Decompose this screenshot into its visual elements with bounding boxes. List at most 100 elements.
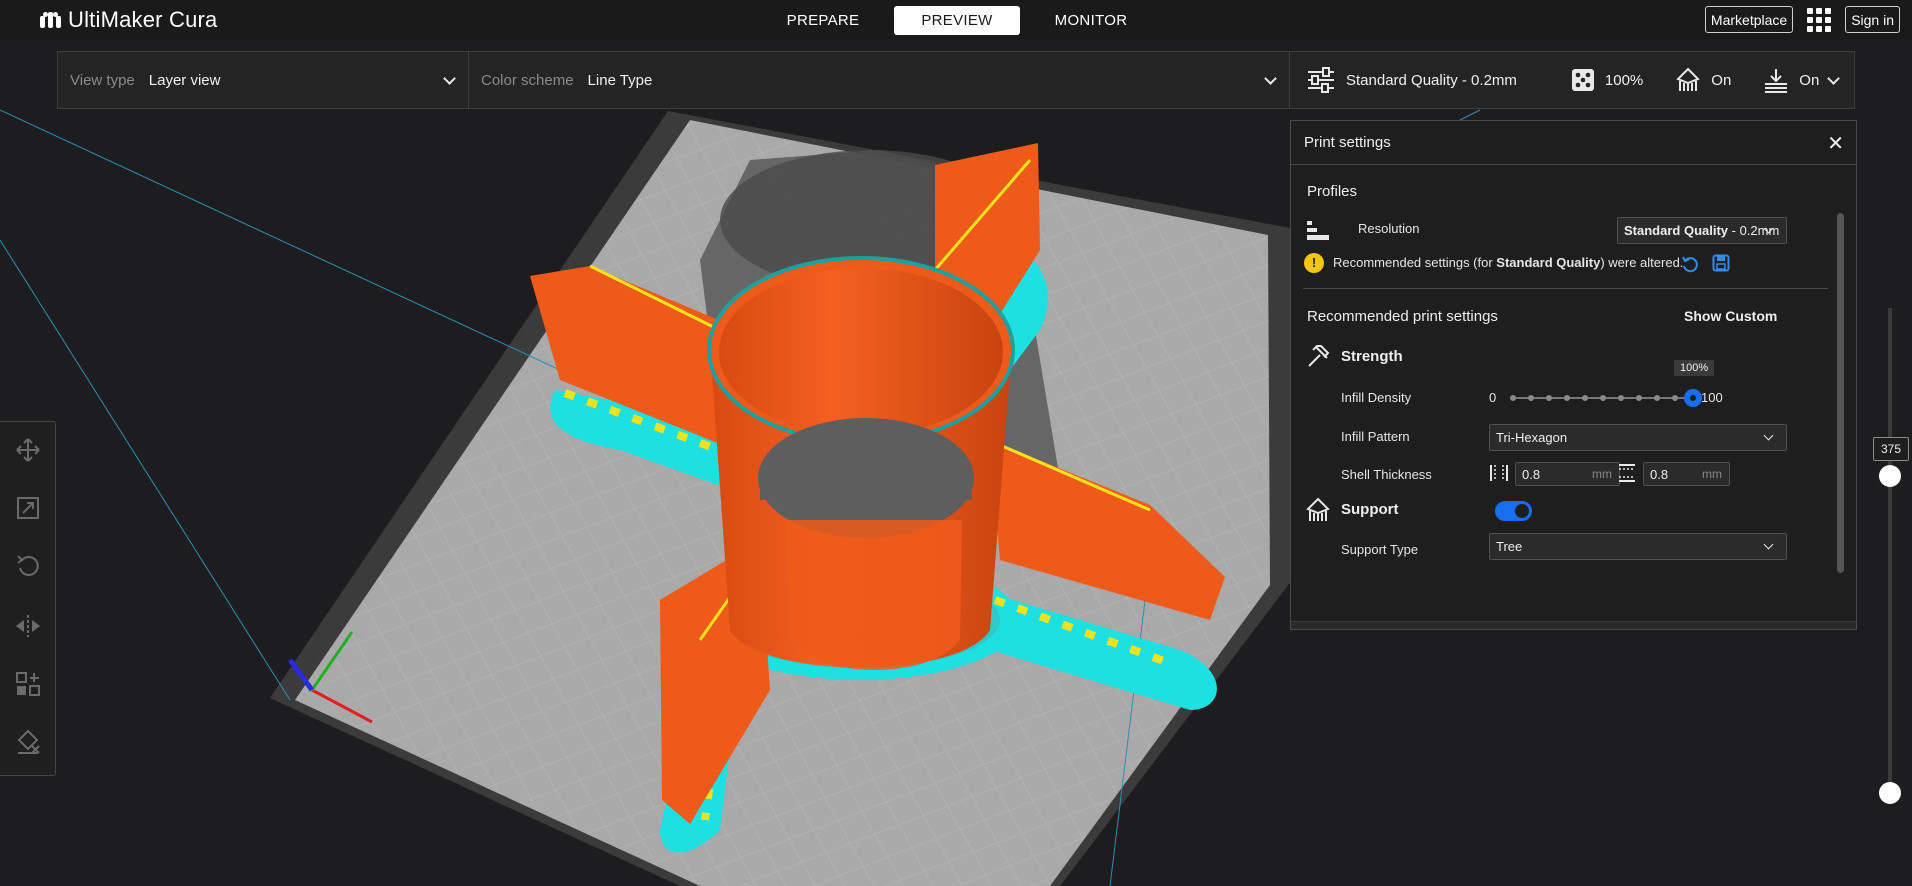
resolution-label: Resolution bbox=[1358, 221, 1420, 236]
layer-number-field[interactable]: 375 bbox=[1873, 437, 1909, 461]
support-blocker-icon[interactable] bbox=[14, 728, 42, 756]
stage-tabs: PREPARE PREVIEW MONITOR bbox=[760, 6, 1162, 35]
shell-thickness-label: Shell Thickness bbox=[1341, 467, 1432, 482]
panel-header: Print settings ✕ bbox=[1291, 121, 1856, 165]
sign-in-button[interactable]: Sign in bbox=[1845, 6, 1900, 33]
infill-summary: 100% bbox=[1571, 68, 1643, 92]
view-type-dropdown[interactable]: View type Layer view bbox=[58, 52, 469, 108]
view-type-label: View type bbox=[70, 71, 135, 89]
layer-slider-top-handle[interactable] bbox=[1879, 465, 1901, 487]
panel-title: Print settings bbox=[1304, 134, 1391, 151]
layer-slider-track[interactable] bbox=[1888, 308, 1892, 796]
infill-pattern-label: Infill Pattern bbox=[1341, 429, 1410, 444]
resolution-dropdown[interactable]: Standard Quality - 0.2mm bbox=[1617, 217, 1787, 244]
infill-icon bbox=[1571, 69, 1594, 91]
support-type-label: Support Type bbox=[1341, 542, 1419, 557]
panel-body: Profiles Resolution Standard Quality - 0… bbox=[1291, 165, 1846, 621]
infill-pattern-dropdown[interactable]: Tri-Hexagon bbox=[1489, 424, 1787, 451]
profiles-heading: Profiles bbox=[1307, 183, 1358, 200]
chevron-down-icon bbox=[1264, 72, 1277, 85]
per-model-settings-icon[interactable] bbox=[14, 670, 42, 698]
unit-label: mm bbox=[1702, 467, 1722, 481]
slider-tick bbox=[1564, 395, 1570, 401]
print-setup-selector[interactable]: Standard Quality - 0.2mm 100% On On bbox=[1290, 52, 1854, 108]
rotate-icon[interactable] bbox=[14, 552, 42, 580]
slider-tick bbox=[1672, 395, 1678, 401]
warning-icon: ! bbox=[1304, 253, 1324, 273]
infill-density-tooltip: 100% bbox=[1674, 360, 1715, 376]
infill-slider-handle[interactable] bbox=[1684, 389, 1702, 407]
adhesion-summary: On bbox=[1763, 67, 1819, 93]
color-scheme-dropdown[interactable]: Color scheme Line Type bbox=[469, 52, 1290, 108]
model-cylinder bbox=[707, 256, 1015, 670]
slider-tick bbox=[1546, 395, 1552, 401]
slider-tick bbox=[1618, 395, 1624, 401]
tab-preview[interactable]: PREVIEW bbox=[894, 6, 1020, 35]
infill-density-label: Infill Density bbox=[1341, 390, 1412, 405]
top-bottom-thickness-field[interactable]: 0.8 mm bbox=[1643, 462, 1730, 486]
resolution-profile-name: Standard Quality bbox=[1624, 223, 1729, 238]
view-type-value: Layer view bbox=[148, 71, 221, 89]
tab-prepare[interactable]: PREPARE bbox=[760, 6, 886, 35]
print-settings-panel: Print settings ✕ Profiles Resolution Sta… bbox=[1290, 120, 1857, 630]
resolution-icon bbox=[1307, 221, 1329, 240]
recommended-heading: Recommended print settings bbox=[1307, 308, 1498, 325]
sliders-icon bbox=[1308, 67, 1334, 93]
apps-grid-icon[interactable] bbox=[1807, 7, 1832, 32]
scale-icon[interactable] bbox=[14, 494, 42, 522]
move-icon[interactable] bbox=[14, 436, 42, 464]
infill-density-slider[interactable] bbox=[1510, 389, 1702, 409]
app-title: UltiMaker Cura bbox=[68, 7, 218, 32]
top-bottom-thickness-value: 0.8 bbox=[1650, 466, 1669, 482]
support-type-value: Tree bbox=[1496, 539, 1523, 554]
ultimaker-logo-icon bbox=[40, 12, 62, 28]
slider-tick bbox=[1654, 395, 1660, 401]
support-heading: Support bbox=[1341, 501, 1399, 518]
infill-max-label: 100 bbox=[1701, 390, 1723, 405]
support-type-dropdown[interactable]: Tree bbox=[1489, 533, 1787, 560]
show-custom-button[interactable]: Show Custom bbox=[1684, 308, 1777, 324]
color-scheme-value: Line Type bbox=[587, 71, 653, 89]
slider-tick bbox=[1636, 395, 1642, 401]
profile-value: Standard Quality - 0.2mm bbox=[1346, 71, 1517, 89]
altered-warning-text: Recommended settings (for Standard Quali… bbox=[1333, 255, 1684, 270]
support-icon bbox=[1306, 497, 1330, 521]
support-icon bbox=[1676, 67, 1701, 91]
unit-label: mm bbox=[1592, 467, 1612, 481]
settings-header-bar: View type Layer view Color scheme Line T… bbox=[57, 51, 1855, 109]
left-toolbar bbox=[0, 421, 56, 776]
panel-scrollbar[interactable] bbox=[1837, 213, 1844, 573]
wall-thickness-value: 0.8 bbox=[1522, 466, 1541, 482]
marketplace-button[interactable]: Marketplace bbox=[1704, 6, 1794, 33]
hammer-icon bbox=[1308, 345, 1330, 367]
close-icon[interactable]: ✕ bbox=[1827, 131, 1844, 156]
topbar-actions: Marketplace Sign in bbox=[1704, 6, 1900, 33]
infill-value: 100% bbox=[1604, 71, 1644, 89]
strength-heading: Strength bbox=[1341, 348, 1403, 365]
infill-min-label: 0 bbox=[1489, 390, 1497, 405]
slider-tick bbox=[1528, 395, 1534, 401]
color-scheme-label: Color scheme bbox=[481, 71, 574, 89]
support-toggle[interactable] bbox=[1495, 501, 1532, 521]
save-icon[interactable] bbox=[1712, 254, 1730, 272]
adhesion-icon bbox=[1765, 69, 1788, 93]
profile-summary: Standard Quality - 0.2mm bbox=[1306, 67, 1517, 93]
reset-icon[interactable] bbox=[1681, 255, 1699, 273]
chevron-down-icon bbox=[443, 72, 456, 85]
wall-thickness-icon bbox=[1490, 465, 1508, 481]
layer-slider-bottom-handle[interactable] bbox=[1879, 782, 1901, 804]
chevron-down-icon[interactable] bbox=[1827, 72, 1840, 85]
panel-resize-handle[interactable] bbox=[1291, 621, 1856, 629]
resolution-layer-height: - 0.2mm bbox=[1728, 223, 1780, 238]
top-bottom-thickness-icon bbox=[1619, 464, 1635, 482]
top-bar: UltiMaker Cura PREPARE PREVIEW MONITOR M… bbox=[0, 0, 1912, 40]
slider-tick bbox=[1600, 395, 1606, 401]
chevron-down-icon bbox=[1763, 430, 1774, 441]
support-summary: On bbox=[1675, 67, 1731, 93]
adhesion-value: On bbox=[1799, 71, 1820, 89]
chevron-down-icon bbox=[1763, 539, 1774, 550]
wall-thickness-field[interactable]: 0.8 mm bbox=[1515, 462, 1620, 486]
support-value: On bbox=[1711, 71, 1732, 89]
tab-monitor[interactable]: MONITOR bbox=[1028, 6, 1154, 35]
mirror-icon[interactable] bbox=[14, 612, 42, 640]
